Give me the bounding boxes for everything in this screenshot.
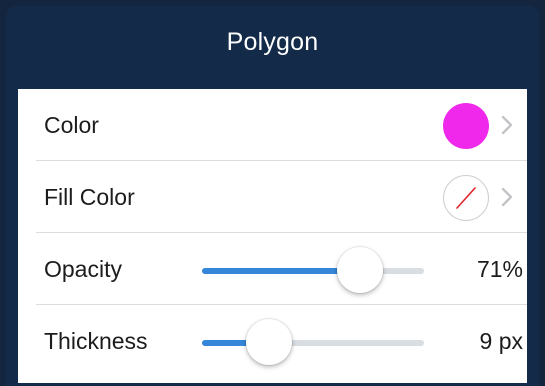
no-color-slash-icon	[456, 187, 476, 209]
settings-panel: Color Fill Color Opacity 71% Thickness 9…	[18, 89, 527, 383]
opacity-slider-fill	[202, 268, 360, 274]
color-swatch[interactable]	[443, 103, 489, 149]
opacity-label: Opacity	[44, 256, 122, 282]
thickness-row: Thickness 9 px	[18, 305, 527, 383]
header-bar: Polygon	[6, 6, 539, 89]
polygon-settings-window: Polygon Color Fill Color Opacity 71% Thi…	[6, 6, 539, 386]
fill-color-label: Fill Color	[44, 184, 135, 210]
opacity-row: Opacity 71%	[18, 233, 527, 305]
color-label: Color	[44, 112, 99, 138]
page-title: Polygon	[226, 28, 319, 56]
opacity-slider-thumb[interactable]	[336, 247, 383, 293]
opacity-slider[interactable]	[202, 247, 424, 293]
chevron-right-icon	[501, 115, 513, 135]
opacity-value: 71%	[476, 256, 523, 282]
thickness-slider[interactable]	[202, 319, 424, 365]
color-row[interactable]: Color	[18, 89, 527, 161]
thickness-slider-thumb[interactable]	[245, 319, 292, 365]
thickness-label: Thickness	[44, 328, 148, 354]
fill-color-row[interactable]: Fill Color	[18, 161, 527, 233]
fill-color-swatch[interactable]	[443, 175, 489, 221]
chevron-right-icon	[501, 187, 513, 207]
thickness-value: 9 px	[479, 328, 523, 354]
